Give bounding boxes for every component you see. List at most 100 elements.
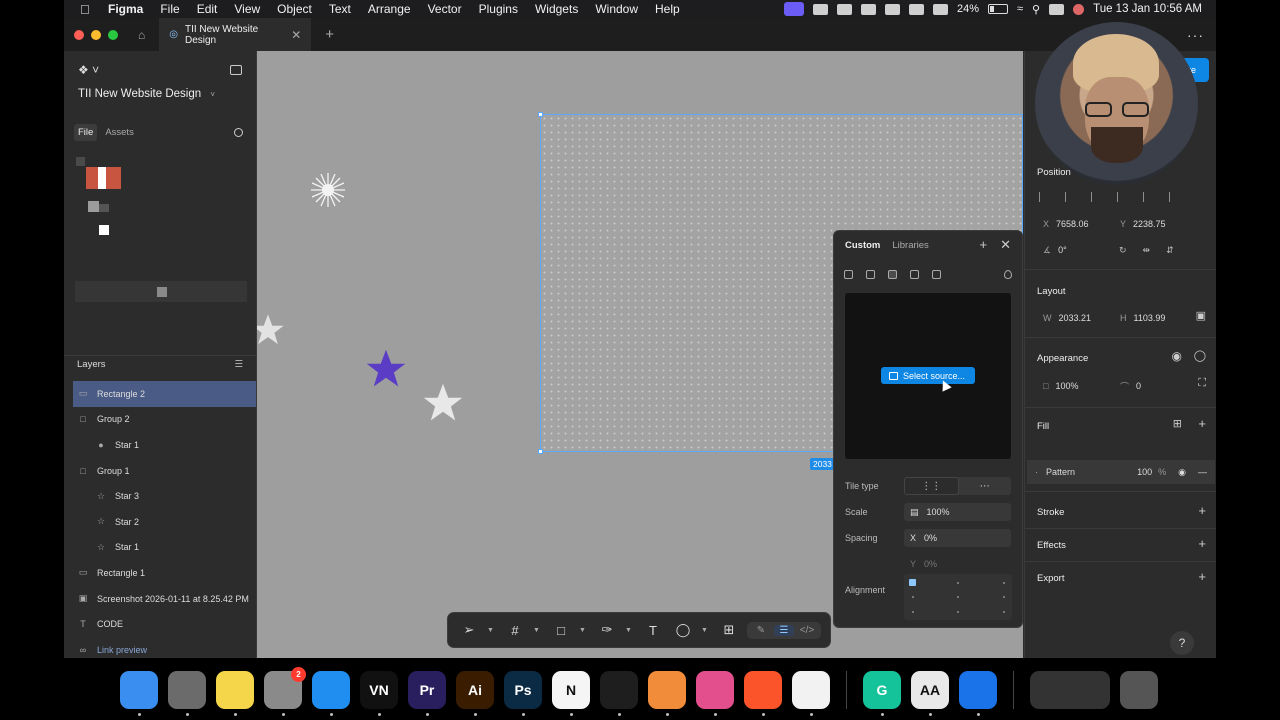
chevron-down-icon[interactable]: ▼ <box>533 627 543 634</box>
remove-fill-icon[interactable]: — <box>1198 467 1207 477</box>
layer-group-2[interactable]: □ Group 2 <box>64 407 256 433</box>
vpn-status-icon[interactable] <box>884 3 900 15</box>
layer-screenshot[interactable]: ▣ Screenshot 2026-01-11 at 8.25.42 PM <box>64 586 256 612</box>
menu-vector[interactable]: Vector <box>428 2 462 16</box>
help-button[interactable]: ? <box>1170 631 1194 655</box>
alignment-grid[interactable] <box>904 574 1012 620</box>
tab-custom[interactable]: Custom <box>845 240 880 251</box>
dock-finder-icon[interactable] <box>120 671 158 716</box>
layers-options-icon[interactable]: ☰ <box>234 359 243 370</box>
dock-notes-icon[interactable] <box>216 671 254 716</box>
menu-edit[interactable]: Edit <box>197 2 218 16</box>
figma-menu-icon[interactable]: ❖ ˅ <box>78 63 99 77</box>
dock-system-settings-icon[interactable]: 2 <box>264 667 306 716</box>
align-top-icon[interactable] <box>1117 192 1130 202</box>
eye-icon[interactable]: ◉ <box>1172 349 1182 363</box>
minimize-window-button[interactable] <box>91 29 101 40</box>
comment-tool-icon[interactable]: ◯ <box>671 622 695 638</box>
dock-trash-icon[interactable] <box>1120 671 1158 709</box>
scale-input[interactable]: ▤ 100% <box>904 503 1011 521</box>
move-tool-icon[interactable]: ➢ <box>457 622 481 638</box>
layer-star-2[interactable]: ☆ Star 2 <box>64 509 256 535</box>
rotate-90-icon[interactable]: ↻ <box>1119 245 1127 256</box>
dock-vn-icon[interactable]: VN <box>360 671 398 716</box>
pattern-fill-icon[interactable] <box>888 269 897 279</box>
dock-font-book-icon[interactable]: AA <box>911 671 949 716</box>
spotlight-icon[interactable]: ⚲ <box>1032 3 1040 16</box>
menu-plugins[interactable]: Plugins <box>479 2 518 16</box>
dock-arc-icon[interactable] <box>648 671 686 716</box>
close-icon[interactable]: ✕ <box>1000 237 1011 253</box>
star-white-partial[interactable] <box>257 313 285 347</box>
dock-notion-icon[interactable]: N <box>552 671 590 716</box>
dock-safari-icon[interactable] <box>312 671 350 716</box>
notion-status-icon[interactable] <box>836 3 852 15</box>
control-center-icon[interactable] <box>1049 3 1065 15</box>
chevron-down-icon[interactable]: ▼ <box>487 627 497 634</box>
dock-affinity-icon[interactable] <box>696 671 734 716</box>
add-icon[interactable]: + <box>980 237 988 253</box>
pen-tool-icon[interactable]: ✑ <box>595 622 619 638</box>
draw-mode-icon[interactable]: ✎ <box>751 625 771 636</box>
flip-horizontal-icon[interactable]: ⇹ <box>1143 245 1151 256</box>
thumb-3[interactable] <box>88 201 99 212</box>
close-window-button[interactable] <box>74 29 84 40</box>
add-stroke-icon[interactable]: + <box>1198 503 1206 518</box>
align-bottom-icon[interactable] <box>1169 192 1182 202</box>
dock-launchpad-icon[interactable] <box>168 671 206 716</box>
actions-tool-icon[interactable]: ⊞ <box>717 622 741 638</box>
frame-tool-icon[interactable]: # <box>503 623 527 638</box>
corner-radius-input[interactable]: ⌒ 0 <box>1120 377 1141 395</box>
menu-window[interactable]: Window <box>595 2 638 16</box>
layer-rectangle-1[interactable]: ▭ Rectangle 1 <box>64 560 256 586</box>
sliders-status-icon[interactable] <box>908 3 924 15</box>
star-white[interactable] <box>422 382 464 424</box>
gradient-fill-icon[interactable] <box>866 269 875 279</box>
layer-rectangle-2[interactable]: ▭ Rectangle 2 <box>73 381 256 407</box>
home-icon[interactable]: ⌂ <box>138 28 145 42</box>
tab-libraries[interactable]: Libraries <box>892 240 928 251</box>
settings-status-icon[interactable] <box>812 3 828 15</box>
alignment-dot[interactable] <box>957 611 959 613</box>
dock-photoshop-icon[interactable]: Ps <box>504 671 542 716</box>
image-fill-icon[interactable] <box>910 269 919 279</box>
blend-icon[interactable]: ◯ <box>1194 349 1206 362</box>
sparkle-star[interactable] <box>309 171 347 209</box>
alignment-dot[interactable] <box>912 596 914 598</box>
align-left-icon[interactable] <box>1039 192 1052 202</box>
flip-vertical-icon[interactable]: ⇵ <box>1166 245 1174 256</box>
add-fill-icon[interactable]: + <box>1198 416 1206 431</box>
menu-app[interactable]: Figma <box>108 2 143 16</box>
menu-object[interactable]: Object <box>277 2 312 16</box>
wifi-icon[interactable]: ≈ <box>1017 3 1023 15</box>
resize-handle-top-left[interactable] <box>538 112 543 117</box>
align-center-v-icon[interactable] <box>1143 192 1156 202</box>
menu-widgets[interactable]: Widgets <box>535 2 578 16</box>
video-fill-icon[interactable] <box>932 269 941 279</box>
grammarly-status-icon[interactable] <box>860 3 876 15</box>
independent-corners-icon[interactable]: ⛶ <box>1198 377 1206 390</box>
layer-star-1-group-1[interactable]: ☆ Star 1 <box>64 535 256 561</box>
menu-file[interactable]: File <box>160 2 179 16</box>
add-export-icon[interactable]: + <box>1198 569 1206 584</box>
display-status-icon[interactable] <box>932 3 948 15</box>
menu-help[interactable]: Help <box>655 2 680 16</box>
select-source-button[interactable]: Select source... <box>881 367 975 384</box>
alignment-dot[interactable] <box>957 596 959 598</box>
rotation-input[interactable]: ∡ 0° <box>1043 241 1067 259</box>
toggle-sidebar-icon[interactable] <box>230 64 242 75</box>
battery-icon[interactable] <box>987 4 1008 14</box>
tab-document[interactable]: ◎ TII New Website Design ✕ <box>159 18 312 51</box>
add-effect-icon[interactable]: + <box>1198 536 1206 551</box>
tile-grid-icon[interactable]: ⋮⋮ <box>904 477 959 495</box>
height-input[interactable]: H 1103.99 <box>1120 309 1165 327</box>
opacity-input[interactable]: □ 100% <box>1043 377 1078 395</box>
align-center-h-icon[interactable] <box>1065 192 1078 202</box>
y-input[interactable]: Y 2238.75 <box>1120 215 1166 233</box>
thumb-1[interactable] <box>76 157 85 166</box>
screen-record-icon[interactable] <box>783 2 804 16</box>
layer-star-1-group-2[interactable]: ● Star 1 <box>64 432 256 458</box>
align-right-icon[interactable] <box>1091 192 1104 202</box>
width-input[interactable]: W 2033.21 <box>1043 309 1091 327</box>
styles-icon[interactable]: ⊞ <box>1173 417 1182 430</box>
